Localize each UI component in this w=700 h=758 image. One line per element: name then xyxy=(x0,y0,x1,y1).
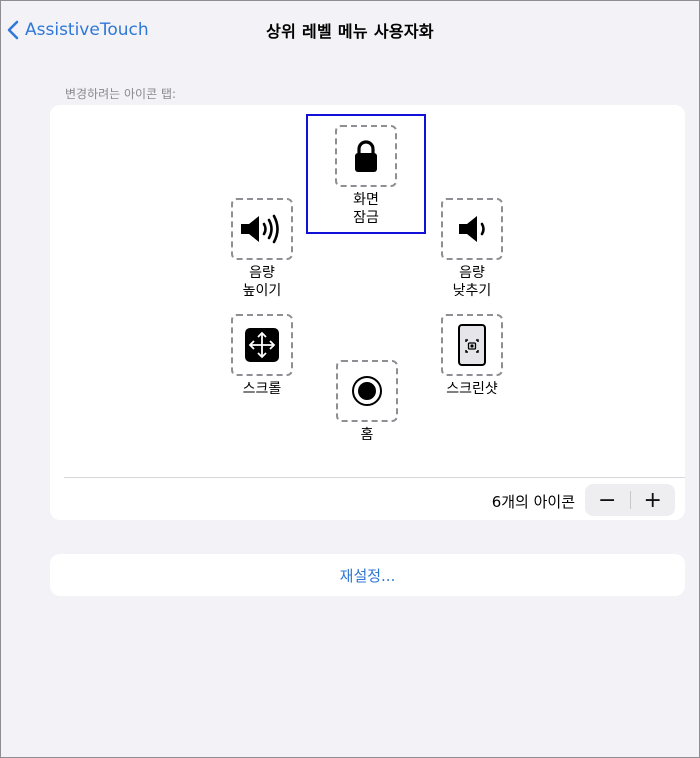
divider xyxy=(64,477,685,478)
volume-up-icon xyxy=(241,214,279,244)
icon-slot-box xyxy=(231,314,293,376)
icon-count-stepper: − + xyxy=(585,484,675,516)
icon-slot-label: 화면 잠금 xyxy=(353,192,379,226)
increase-button[interactable]: + xyxy=(631,484,676,516)
decrease-button[interactable]: − xyxy=(585,484,630,516)
icon-slot-lock-screen[interactable]: 화면 잠금 xyxy=(306,114,426,234)
icon-slot-box xyxy=(441,198,503,260)
volume-down-icon xyxy=(459,216,485,242)
lock-icon xyxy=(355,140,377,172)
icon-slot-scroll[interactable]: 스크롤 xyxy=(202,314,322,398)
reset-button[interactable]: 재설정... xyxy=(50,554,685,596)
icon-slot-volume-up[interactable]: 음량 높이기 xyxy=(202,198,322,300)
icon-slot-box xyxy=(231,198,293,260)
icon-slot-label: 홈 xyxy=(360,427,374,443)
navigation-bar: AssistiveTouch 상위 레벨 메뉴 사용자화 xyxy=(1,1,699,57)
icon-slot-home[interactable]: 홈 xyxy=(307,360,427,444)
icon-slot-box xyxy=(335,125,397,187)
icon-count-label: 6개의 아이콘 xyxy=(491,493,575,511)
icon-slot-label: 스크린샷 xyxy=(446,381,498,397)
icon-slot-label: 스크롤 xyxy=(242,381,282,397)
reset-button-label: 재설정... xyxy=(339,566,396,585)
screenshot-icon xyxy=(458,324,486,366)
icon-slot-label: 음량 높이기 xyxy=(242,265,282,299)
icon-slot-volume-down[interactable]: 음량 낮추기 xyxy=(412,198,532,300)
scroll-icon xyxy=(245,328,279,362)
icon-layout-card: 화면 잠금 음량 높이기 음량 낮추기 스크롤 스크린샷 홈 6개의 아이콘 −… xyxy=(50,105,685,520)
icon-slot-label: 음량 낮추기 xyxy=(452,265,492,299)
page-title: 상위 레벨 메뉴 사용자화 xyxy=(266,22,434,41)
icon-slot-box xyxy=(336,360,398,422)
section-header: 변경하려는 아이콘 탭: xyxy=(65,87,177,101)
home-icon xyxy=(352,376,382,406)
icon-slot-box xyxy=(441,314,503,376)
icon-slot-screenshot[interactable]: 스크린샷 xyxy=(412,314,532,398)
